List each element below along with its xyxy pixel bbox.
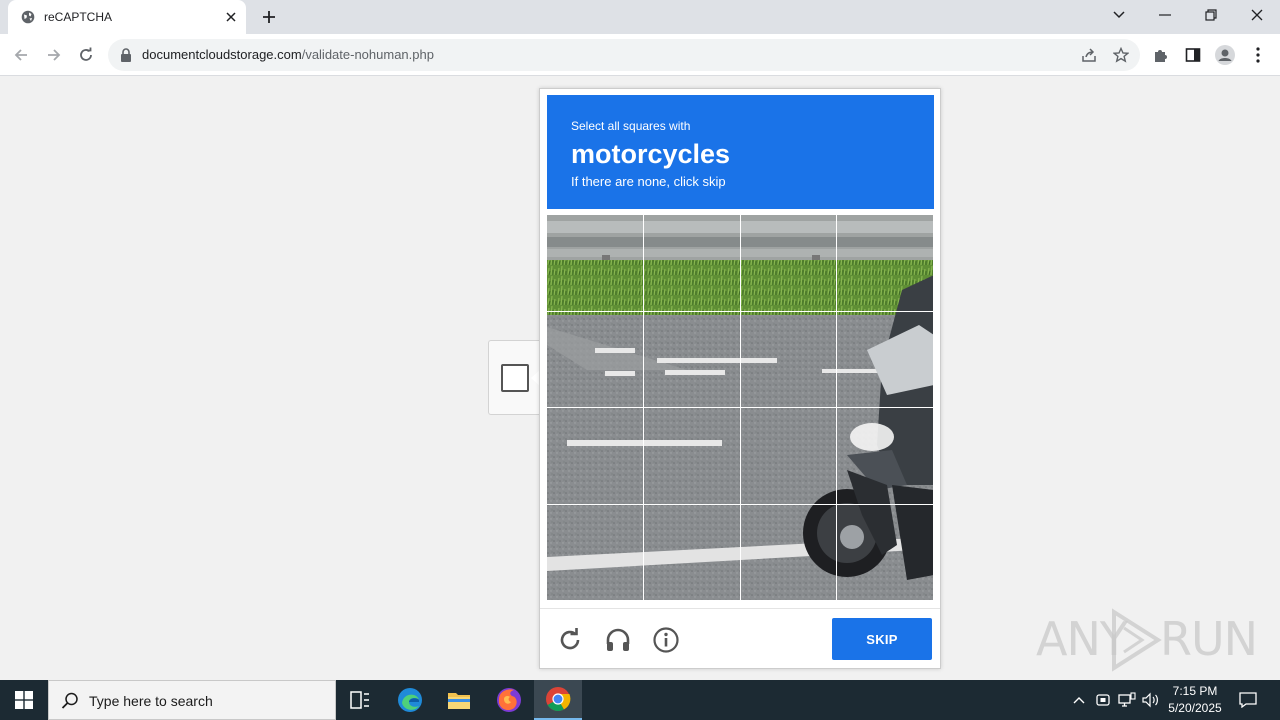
- search-icon: [61, 692, 78, 709]
- profile-avatar-icon[interactable]: [1215, 45, 1235, 65]
- headphones-icon[interactable]: [603, 625, 633, 655]
- chrome-icon[interactable]: [534, 680, 582, 720]
- prompt-instruction: Select all squares with: [571, 119, 691, 133]
- tab-strip: reCAPTCHA: [0, 0, 1280, 34]
- captcha-tile[interactable]: [642, 407, 741, 505]
- tab-search-chevron-icon[interactable]: [1106, 4, 1132, 26]
- tray-overflow-chevron-icon[interactable]: [1070, 690, 1088, 710]
- extensions-puzzle-icon[interactable]: [1151, 45, 1171, 65]
- watermark-text-right: RUN: [1160, 612, 1258, 666]
- taskbar-clock[interactable]: 7:15 PM 5/20/2025: [1160, 683, 1230, 717]
- captcha-tile[interactable]: [547, 215, 644, 312]
- captcha-tile[interactable]: [547, 310, 644, 408]
- tab-title: reCAPTCHA: [44, 10, 113, 24]
- minimize-icon[interactable]: [1152, 4, 1178, 26]
- url-text: documentcloudstorage.com/validate-nohuma…: [142, 47, 434, 62]
- anyrun-watermark: ANY RUN: [1036, 608, 1258, 674]
- clock-date: 5/20/2025: [1168, 701, 1222, 715]
- taskbar-search-box[interactable]: Type here to search: [48, 680, 336, 720]
- lock-icon: [121, 48, 131, 62]
- browser-toolbar: documentcloudstorage.com/validate-nohuma…: [0, 34, 1280, 76]
- side-panel-icon[interactable]: [1183, 45, 1203, 65]
- footer-divider: [540, 608, 940, 609]
- captcha-challenge: Select all squares with motorcycles If t…: [539, 88, 941, 669]
- windows-taskbar: Type here to search 7:15 PM 5/20/2025: [0, 680, 1280, 720]
- windows-start-icon[interactable]: [0, 680, 48, 720]
- captcha-tile[interactable]: [739, 407, 838, 505]
- network-icon[interactable]: [1118, 690, 1136, 710]
- captcha-tile[interactable]: [836, 215, 934, 312]
- captcha-tile[interactable]: [547, 407, 644, 505]
- firefox-icon[interactable]: [485, 680, 533, 720]
- back-icon[interactable]: [10, 44, 32, 66]
- watermark-play-logo: [1112, 608, 1162, 672]
- volume-icon[interactable]: [1142, 690, 1160, 710]
- captcha-image-grid: [547, 215, 934, 601]
- reload-icon[interactable]: [555, 625, 585, 655]
- file-explorer-icon[interactable]: [435, 680, 483, 720]
- captcha-tile[interactable]: [642, 215, 741, 312]
- url-path: /validate-nohuman.php: [301, 47, 434, 62]
- prompt-skip-hint: If there are none, click skip: [571, 174, 726, 189]
- url-domain: documentcloudstorage.com: [142, 47, 302, 62]
- notifications-icon[interactable]: [1238, 690, 1258, 710]
- prompt-target-object: motorcycles: [571, 139, 731, 169]
- task-view-icon[interactable]: [336, 680, 384, 720]
- info-icon[interactable]: [651, 625, 681, 655]
- globe-icon: [21, 10, 35, 24]
- tab-recaptcha[interactable]: reCAPTCHA: [8, 0, 246, 34]
- captcha-checkbox[interactable]: [501, 364, 529, 392]
- bookmark-star-icon[interactable]: [1112, 46, 1130, 64]
- captcha-tile[interactable]: [547, 503, 644, 601]
- share-icon[interactable]: [1080, 46, 1098, 64]
- tab-close-icon[interactable]: [222, 8, 240, 26]
- clock-time: 7:15 PM: [1172, 684, 1218, 698]
- address-bar[interactable]: documentcloudstorage.com/validate-nohuma…: [108, 39, 1140, 71]
- captcha-prompt: Select all squares with motorcycles If t…: [547, 95, 934, 209]
- skip-button[interactable]: SKIP: [832, 618, 932, 660]
- captcha-tile[interactable]: [836, 310, 934, 408]
- new-tab-icon[interactable]: [259, 7, 279, 27]
- captcha-tile[interactable]: [739, 215, 838, 312]
- captcha-tile[interactable]: [836, 503, 934, 601]
- forward-icon[interactable]: [43, 44, 65, 66]
- captcha-tile[interactable]: [836, 407, 934, 505]
- restore-icon[interactable]: [1198, 4, 1224, 26]
- edge-icon[interactable]: [386, 680, 434, 720]
- meet-now-icon[interactable]: [1094, 690, 1112, 710]
- reload-page-icon[interactable]: [75, 44, 97, 66]
- captcha-tile[interactable]: [739, 503, 838, 601]
- search-placeholder: Type here to search: [89, 693, 213, 709]
- captcha-tile[interactable]: [642, 310, 741, 408]
- captcha-tile[interactable]: [739, 310, 838, 408]
- menu-kebab-icon[interactable]: [1248, 45, 1268, 65]
- close-window-icon[interactable]: [1244, 4, 1270, 26]
- captcha-tile[interactable]: [642, 503, 741, 601]
